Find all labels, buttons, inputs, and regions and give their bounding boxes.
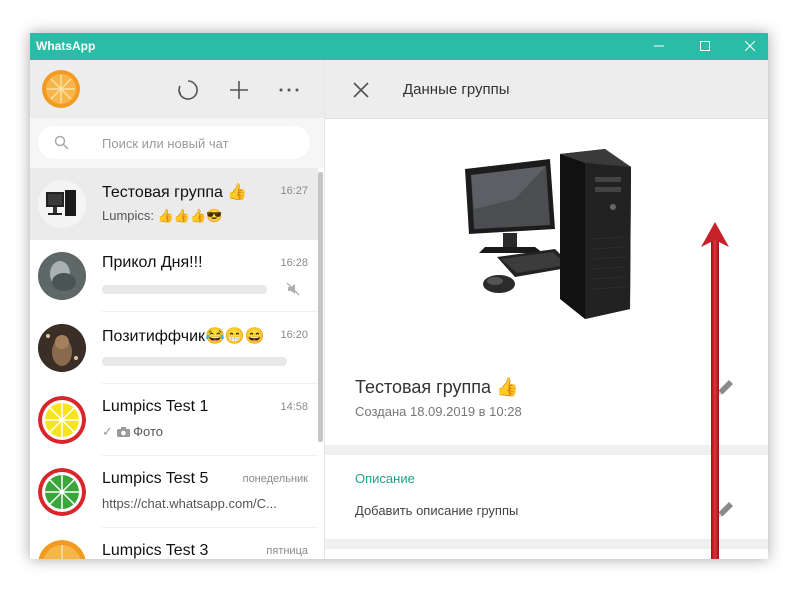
photo-label: Фото xyxy=(133,424,164,439)
chat-name: Lumpics Test 5 xyxy=(102,470,209,487)
chat-preview: ✓ Фото xyxy=(102,424,163,440)
search-box xyxy=(38,126,310,161)
chat-avatar xyxy=(38,468,86,516)
chat-avatar xyxy=(38,540,86,559)
chat-item[interactable]: Lumpics Test 3 пятница xyxy=(30,528,318,559)
chat-time: 16:20 xyxy=(278,329,308,341)
title-bar: WhatsApp xyxy=(30,33,768,60)
chat-sidebar: Тестовая группа 👍 16:27 Lumpics: 👍👍👍😎 Пр… xyxy=(30,60,325,559)
chat-list: Тестовая группа 👍 16:27 Lumpics: 👍👍👍😎 Пр… xyxy=(30,168,324,559)
search-icon xyxy=(54,135,69,150)
chat-time: 16:28 xyxy=(280,257,308,269)
chat-item[interactable]: Lumpics Test 5 понедельник https://chat.… xyxy=(30,456,318,528)
close-icon xyxy=(744,40,756,52)
chat-time: понедельник xyxy=(242,473,308,485)
chat-item[interactable]: Позитиффчик😂😁😄 16:20 xyxy=(30,312,318,384)
chat-name: Lumpics Test 3 xyxy=(102,542,209,559)
new-chat-icon[interactable] xyxy=(226,77,252,103)
chat-name: Прикол Дня!!! xyxy=(102,254,203,271)
sidebar-header xyxy=(30,60,324,118)
group-info-panel: Данные группы Тестовая группа 👍 Создана … xyxy=(325,60,768,559)
chat-preview: Lumpics: 👍👍👍😎 xyxy=(102,208,223,223)
app-title: WhatsApp xyxy=(36,39,96,53)
status-icon[interactable] xyxy=(175,77,201,103)
menu-icon[interactable] xyxy=(276,77,302,103)
close-window-button[interactable] xyxy=(727,33,768,60)
chat-preview-blurred xyxy=(102,357,287,366)
scroll-up-arrow-icon xyxy=(701,222,729,559)
chat-item[interactable]: Lumpics Test 1 14:58 ✓ Фото xyxy=(30,384,318,456)
chat-list-scrollbar[interactable] xyxy=(318,172,323,442)
chat-avatar xyxy=(38,180,86,228)
chat-preview: https://chat.whatsapp.com/C... xyxy=(102,496,277,511)
whatsapp-window: WhatsApp Поиск или новый чат Тестовая гр… xyxy=(30,33,768,559)
search-input[interactable] xyxy=(100,126,304,161)
minimize-button[interactable] xyxy=(636,33,682,60)
minimize-icon xyxy=(654,45,664,47)
camera-icon xyxy=(116,427,130,437)
chat-name: Lumpics Test 1 xyxy=(102,398,209,415)
chat-avatar xyxy=(38,252,86,300)
maximize-icon xyxy=(700,41,710,51)
chat-time: 14:58 xyxy=(280,401,308,413)
chat-name: Позитиффчик😂😁😄 xyxy=(102,328,265,345)
chat-item[interactable]: Прикол Дня!!! 16:28 xyxy=(30,240,318,312)
chat-name: Тестовая группа 👍 xyxy=(102,184,248,201)
check-icon: ✓ xyxy=(102,424,113,439)
profile-avatar[interactable] xyxy=(42,70,80,108)
chat-avatar xyxy=(38,324,86,372)
muted-icon xyxy=(286,282,300,296)
chat-time: 16:27 xyxy=(280,185,308,197)
search-bar xyxy=(30,118,324,168)
chat-preview-blurred xyxy=(102,285,267,294)
chat-avatar xyxy=(38,396,86,444)
maximize-button[interactable] xyxy=(682,33,728,60)
chat-item[interactable]: Тестовая группа 👍 16:27 Lumpics: 👍👍👍😎 xyxy=(30,168,318,240)
chat-time: пятница xyxy=(266,545,308,557)
